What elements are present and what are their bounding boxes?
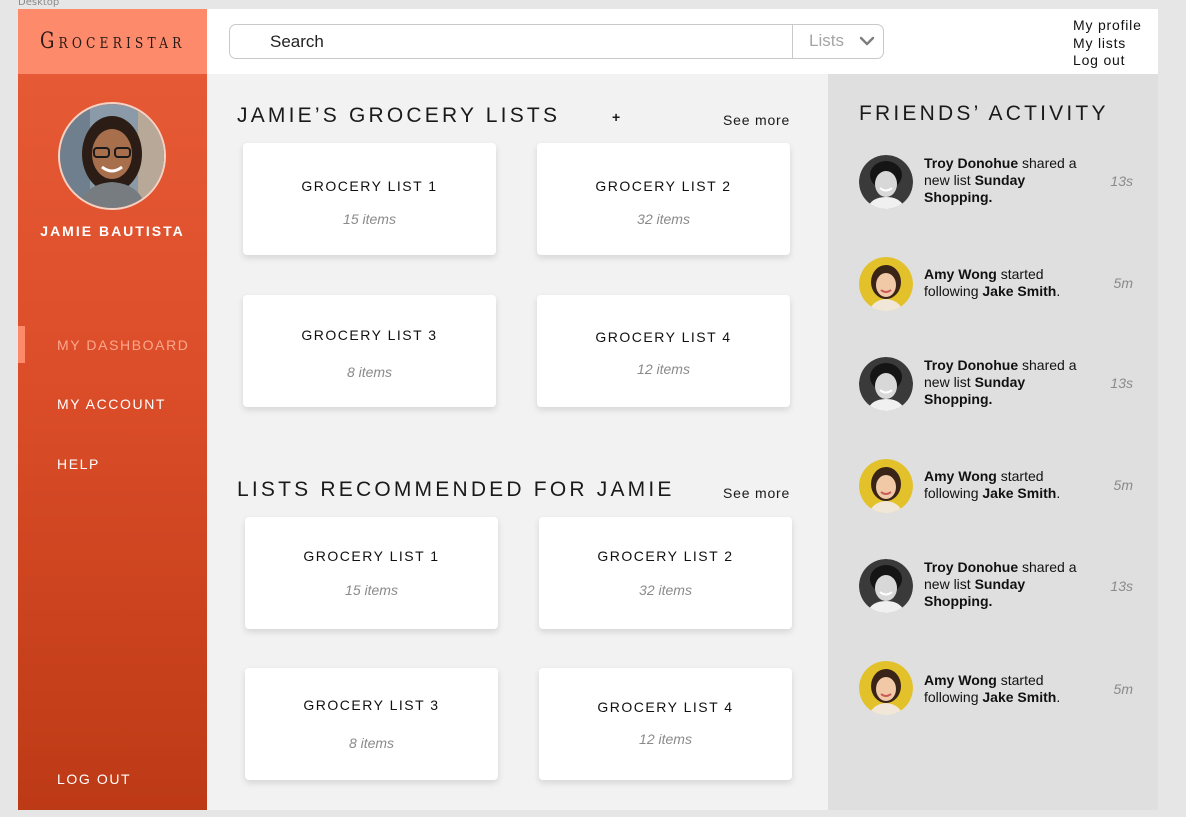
activity-text: Troy Donohue shared a new list Sunday Sh…: [924, 559, 1089, 610]
list-card-title: GROCERY LIST 1: [303, 548, 440, 564]
friend-avatar[interactable]: [859, 459, 913, 513]
list-card-title: GROCERY LIST 3: [301, 327, 438, 343]
activity-text: Amy Wong started following Jake Smith.: [924, 468, 1089, 502]
amy-avatar-illustration: [859, 661, 913, 715]
activity-tail: .: [1056, 485, 1061, 501]
friend-name[interactable]: Amy Wong: [924, 266, 997, 282]
lists-dropdown[interactable]: Lists: [792, 25, 884, 58]
list-card[interactable]: GROCERY LIST 4 12 items: [537, 295, 790, 407]
lists-dropdown-value: Lists: [809, 31, 844, 50]
activity-text: Troy Donohue shared a new list Sunday Sh…: [924, 155, 1089, 206]
friend-name[interactable]: Troy Donohue: [924, 357, 1018, 373]
recommended-card[interactable]: GROCERY LIST 4 12 items: [539, 668, 792, 780]
activity-item[interactable]: Troy Donohue shared a new list Sunday Sh…: [859, 559, 1149, 619]
nav-help[interactable]: HELP: [57, 456, 100, 472]
activity-item[interactable]: Troy Donohue shared a new list Sunday Sh…: [859, 357, 1149, 417]
list-card-count: 12 items: [639, 731, 692, 747]
list-card-title: GROCERY LIST 3: [303, 697, 440, 713]
top-links: My profile My lists Log out: [1073, 17, 1142, 70]
friend-avatar[interactable]: [859, 559, 913, 613]
friend-name[interactable]: Amy Wong: [924, 468, 997, 484]
activity-tail: .: [1056, 283, 1061, 299]
activity-text: Amy Wong started following Jake Smith.: [924, 672, 1089, 706]
nav-my-account[interactable]: MY ACCOUNT: [57, 396, 166, 412]
logo: Groceristar: [39, 29, 186, 54]
activity-object[interactable]: Jake Smith: [982, 689, 1056, 705]
recommended-card[interactable]: GROCERY LIST 2 32 items: [539, 517, 792, 629]
recommended-card[interactable]: GROCERY LIST 3 8 items: [245, 668, 498, 780]
friend-avatar[interactable]: [859, 357, 913, 411]
avatar[interactable]: [58, 102, 166, 210]
activity-item[interactable]: Troy Donohue shared a new list Sunday Sh…: [859, 155, 1149, 215]
activity-time: 5m: [1113, 275, 1133, 291]
troy-avatar-illustration: [859, 357, 913, 411]
my-lists-see-more[interactable]: See more: [723, 112, 790, 128]
list-card-count: 32 items: [639, 582, 692, 598]
recommended-see-more[interactable]: See more: [723, 485, 790, 501]
log-out-link[interactable]: Log out: [1073, 52, 1142, 70]
list-card-count: 8 items: [346, 364, 393, 380]
activity-time: 5m: [1113, 477, 1133, 493]
list-card[interactable]: GROCERY LIST 2 32 items: [537, 143, 790, 255]
recommended-title: LISTS RECOMMENDED FOR JAMIE: [237, 478, 675, 501]
troy-avatar-illustration: [859, 155, 913, 209]
activity-item[interactable]: Amy Wong started following Jake Smith. 5…: [859, 661, 1149, 721]
list-card[interactable]: GROCERY LIST 3 8 items: [243, 295, 496, 407]
activity-item[interactable]: Amy Wong started following Jake Smith. 5…: [859, 257, 1149, 317]
list-card-count: 8 items: [348, 735, 395, 751]
recommended-card[interactable]: GROCERY LIST 1 15 items: [245, 517, 498, 629]
friend-name[interactable]: Amy Wong: [924, 672, 997, 688]
my-lists-title: JAMIE’S GROCERY LISTS: [237, 104, 561, 127]
list-card-count: 12 items: [637, 361, 690, 377]
activity-object[interactable]: Jake Smith: [982, 283, 1056, 299]
activity-time: 13s: [1110, 578, 1133, 594]
search-bar[interactable]: Search Lists: [229, 24, 884, 59]
nav-log-out[interactable]: LOG OUT: [57, 771, 131, 787]
frame-label: Desktop: [18, 0, 60, 8]
friends-activity-panel: FRIENDS’ ACTIVITY Troy Donohue shared a …: [828, 74, 1158, 810]
search-input[interactable]: Search: [270, 32, 324, 52]
list-card-count: 15 items: [345, 582, 398, 598]
activity-time: 13s: [1110, 375, 1133, 391]
activity-item[interactable]: Amy Wong started following Jake Smith. 5…: [859, 459, 1149, 519]
list-card-title: GROCERY LIST 4: [595, 329, 732, 345]
amy-avatar-illustration: [859, 459, 913, 513]
activity-text: Amy Wong started following Jake Smith.: [924, 266, 1089, 300]
activity-time: 5m: [1113, 681, 1133, 697]
nav-my-dashboard[interactable]: MY DASHBOARD: [57, 337, 190, 353]
list-card-count: 15 items: [343, 211, 396, 227]
user-name: JAMIE BAUTISTA: [40, 223, 185, 239]
friend-avatar[interactable]: [859, 155, 913, 209]
activity-tail: .: [1056, 689, 1061, 705]
friend-avatar[interactable]: [859, 257, 913, 311]
troy-avatar-illustration: [859, 559, 913, 613]
top-bar: Search Lists My profile My lists Log out: [207, 9, 1158, 74]
list-card-title: GROCERY LIST 1: [301, 178, 438, 194]
app-window: Groceristar JAMIE BAUTISTA MY DASHBOARD …: [18, 9, 1158, 810]
list-card[interactable]: GROCERY LIST 1 15 items: [243, 143, 496, 255]
my-lists-link[interactable]: My lists: [1073, 35, 1142, 53]
list-card-title: GROCERY LIST 4: [597, 699, 734, 715]
list-card-title: GROCERY LIST 2: [595, 178, 732, 194]
amy-avatar-illustration: [859, 257, 913, 311]
user-avatar-illustration: [60, 104, 164, 208]
friend-avatar[interactable]: [859, 661, 913, 715]
add-list-button[interactable]: +: [612, 109, 620, 125]
activity-text: Troy Donohue shared a new list Sunday Sh…: [924, 357, 1089, 408]
active-nav-indicator: [18, 326, 25, 363]
list-card-title: GROCERY LIST 2: [597, 548, 734, 564]
logo-area[interactable]: Groceristar: [18, 9, 207, 74]
friend-name[interactable]: Troy Donohue: [924, 155, 1018, 171]
activity-object[interactable]: Jake Smith: [982, 485, 1056, 501]
list-card-count: 32 items: [637, 211, 690, 227]
sidebar: Groceristar JAMIE BAUTISTA MY DASHBOARD …: [18, 9, 207, 810]
my-profile-link[interactable]: My profile: [1073, 17, 1142, 35]
activity-time: 13s: [1110, 173, 1133, 189]
chevron-down-icon: [859, 36, 875, 46]
friends-activity-title: FRIENDS’ ACTIVITY: [859, 102, 1109, 125]
friend-name[interactable]: Troy Donohue: [924, 559, 1018, 575]
